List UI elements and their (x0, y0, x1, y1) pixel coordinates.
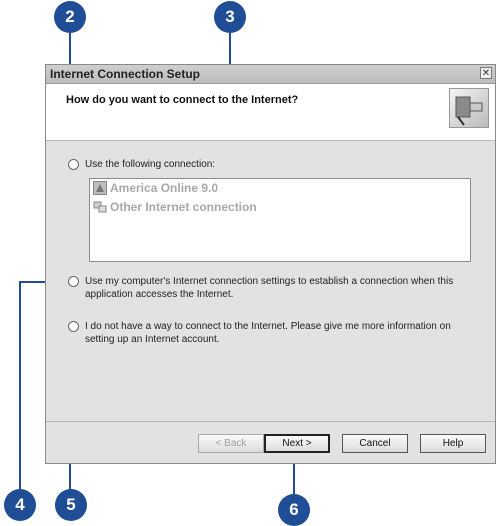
back-button[interactable]: < Back (198, 434, 264, 453)
callout-4: 4 (4, 489, 36, 521)
option-use-computer-settings[interactable]: Use my computer's Internet connection se… (68, 275, 468, 301)
list-item-label: Other Internet connection (110, 200, 257, 214)
header-question: How do you want to connect to the Intern… (66, 94, 299, 106)
network-plug-icon (449, 88, 489, 128)
option-use-following-connection[interactable]: Use the following connection: (68, 158, 215, 171)
help-button[interactable]: Help (420, 434, 486, 453)
callout-4-leader-v (19, 281, 21, 489)
option-label: I do not have a way to connect to the In… (85, 321, 451, 345)
callout-6: 6 (278, 494, 310, 526)
network-computers-icon (93, 200, 107, 214)
list-item-america-online[interactable]: America Online 9.0 (93, 181, 218, 195)
cancel-button[interactable]: Cancel (342, 434, 408, 453)
internet-connection-setup-dialog: Internet Connection Setup ✕ How do you w… (45, 64, 496, 464)
callout-2: 2 (54, 1, 86, 33)
radio-no-connection[interactable] (68, 321, 79, 332)
callout-3: 3 (214, 1, 246, 33)
aol-icon (93, 181, 107, 195)
option-label: Use my computer's Internet connection se… (85, 276, 454, 300)
close-button[interactable]: ✕ (480, 67, 492, 79)
list-item-label: America Online 9.0 (110, 181, 219, 195)
option-no-connection[interactable]: I do not have a way to connect to the In… (68, 320, 468, 346)
next-button[interactable]: Next > (264, 434, 330, 453)
wizard-header: How do you want to connect to the Intern… (46, 84, 495, 141)
radio-use-following-connection[interactable] (68, 159, 79, 170)
radio-use-computer-settings[interactable] (68, 276, 79, 287)
callout-5: 5 (55, 489, 87, 521)
title-bar: Internet Connection Setup ✕ (46, 65, 495, 84)
dialog-title: Internet Connection Setup (50, 67, 200, 81)
list-item-other-connection[interactable]: Other Internet connection (93, 200, 257, 214)
option-label: Use the following connection: (85, 159, 216, 170)
connection-listbox[interactable]: America Online 9.0 Other Internet connec… (89, 178, 471, 262)
footer-divider (46, 421, 495, 422)
